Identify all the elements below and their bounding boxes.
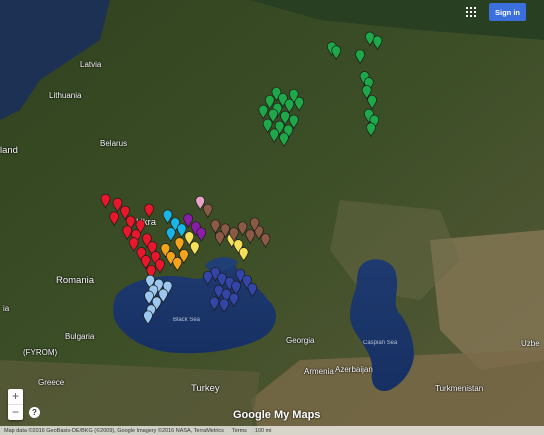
label-caspian-sea: Caspian Sea [363, 340, 398, 346]
zoom-out-button[interactable]: − [8, 405, 23, 420]
label-greece: Greece [38, 378, 65, 387]
scale-label: 100 mi [254, 427, 272, 434]
label-belarus: Belarus [100, 139, 128, 148]
terms-link[interactable]: Terms [228, 428, 251, 434]
label-black-sea: Black Sea [173, 317, 201, 323]
label-uzbekistan-partial: Uzbe [521, 339, 540, 348]
map-attribution: Map data ©2016 GeoBasis-DE/BKG (©2009), … [4, 427, 224, 434]
sign-in-button[interactable]: Sign in [489, 3, 526, 21]
zoom-in-button[interactable]: + [8, 389, 23, 404]
label-bulgaria: Bulgaria [65, 332, 95, 341]
label-georgia: Georgia [286, 336, 315, 345]
apps-grid-icon[interactable] [466, 7, 476, 17]
label-poland-partial: land [0, 145, 18, 156]
help-button[interactable]: ? [29, 407, 40, 418]
label-serbia-partial: ia [3, 304, 10, 313]
label-latvia: Latvia [80, 60, 102, 69]
zoom-control: + − [8, 389, 23, 420]
label-fyrom: (FYROM) [23, 348, 58, 357]
label-lithuania: Lithuania [49, 91, 82, 100]
logo-google: Google [233, 409, 271, 421]
label-romania: Romania [56, 275, 95, 286]
google-my-maps-logo: Google My Maps [233, 409, 320, 421]
logo-mymaps: My Maps [273, 409, 321, 421]
map-canvas[interactable]: Latvia Lithuania Belarus land Ukra Roman… [0, 0, 544, 435]
label-turkmenistan: Turkmenistan [435, 384, 484, 393]
label-turkey: Turkey [191, 383, 220, 394]
label-azerbaijan: Azerbaijan [335, 365, 373, 374]
label-armenia: Armenia [304, 367, 334, 376]
map-footer: Map data ©2016 GeoBasis-DE/BKG (©2009), … [0, 426, 544, 435]
